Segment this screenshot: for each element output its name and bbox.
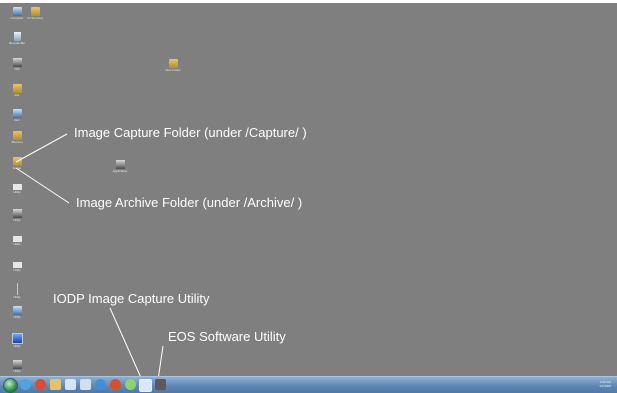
taskbar-ie-icon[interactable] [95,379,106,390]
taskbar-window-icon[interactable] [65,379,76,390]
system-tray[interactable]: 2:00 AM 1/1/2000 [599,380,611,388]
taskbar-eos-utility-icon[interactable] [155,379,166,390]
start-button[interactable] [3,378,18,393]
taskbar-media-icon[interactable] [35,379,46,390]
date: 1/1/2000 [599,384,611,388]
archive-pointer-line [15,167,70,204]
iodp-pointer-line [109,307,143,381]
screen: Computer Cr Shortcut Recycle Bin DIS Fil… [0,0,617,393]
taskbar: 2:00 AM 1/1/2000 [0,376,617,393]
capture-pointer-line [15,133,68,163]
eos-pointer-line [157,345,164,381]
archive-folder-annotation: Image Archive Folder (under /Archive/ ) [76,195,303,210]
taskbar-media-icon[interactable] [110,379,121,390]
taskbar-window-icon[interactable] [80,379,91,390]
iodp-utility-annotation: IODP Image Capture Utility [53,291,210,306]
taskbar-ie-icon[interactable] [20,379,31,390]
taskbar-iodp-capture-icon[interactable] [139,379,152,392]
taskbar-explorer-icon[interactable] [50,379,61,390]
taskbar-chrome-icon[interactable] [125,379,136,390]
eos-utility-annotation: EOS Software Utility [168,329,286,344]
capture-folder-annotation: Image Capture Folder (under /Capture/ ) [74,125,307,140]
